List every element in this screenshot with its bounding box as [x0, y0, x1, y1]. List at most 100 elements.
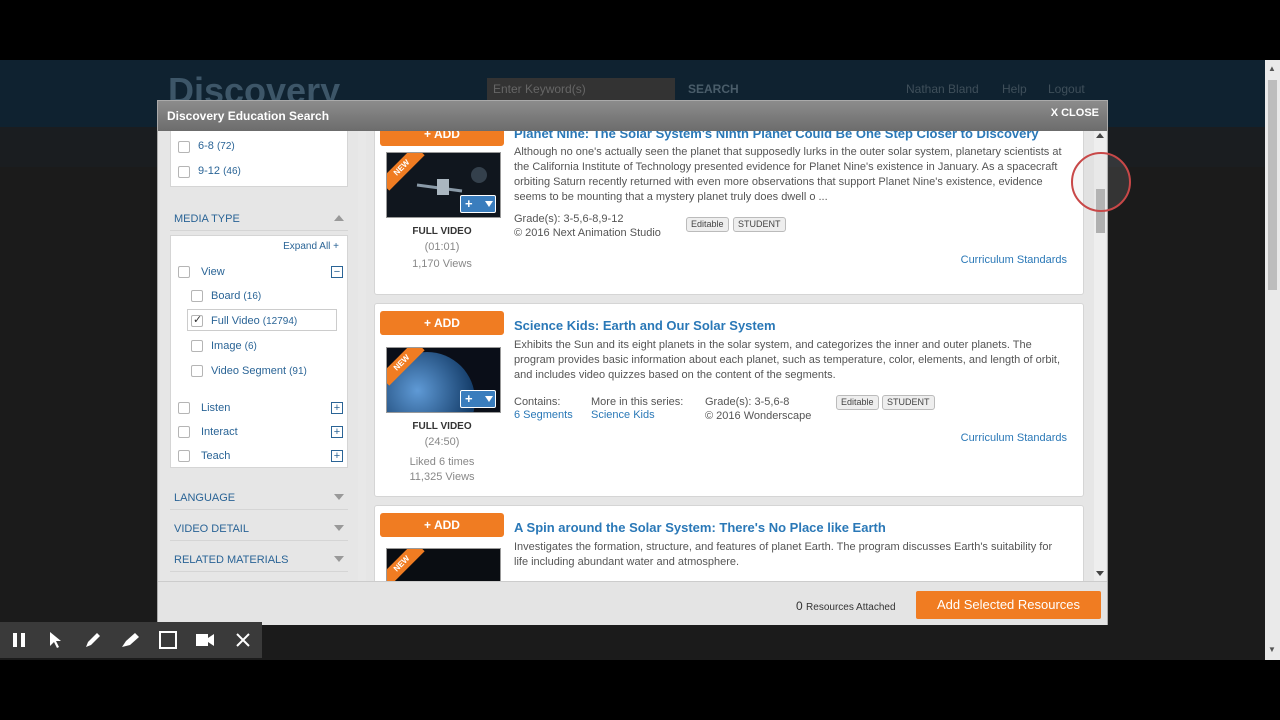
board-checkbox[interactable] [191, 290, 203, 302]
result-card: + ADD NEW A Spin around the Solar System… [374, 505, 1084, 581]
chevron-down-icon[interactable] [485, 201, 493, 207]
video-thumbnail[interactable]: NEW [386, 548, 501, 581]
video-segment-label[interactable]: Video Segment (91) [211, 365, 307, 377]
add-button[interactable]: + ADD [380, 311, 504, 335]
result-title[interactable]: A Spin around the Solar System: There's … [514, 520, 886, 535]
expand-teach-icon[interactable]: + [331, 450, 343, 462]
related-materials-header[interactable]: RELATED MATERIALS [170, 546, 348, 572]
expand-arrow-icon[interactable] [334, 494, 344, 500]
media-type-title: MEDIA TYPE [174, 213, 240, 225]
search-modal: Discovery Education Search X CLOSE 6-8 (… [157, 100, 1108, 625]
image-label-text: Image [211, 340, 242, 352]
grade-count: (72) [216, 141, 235, 152]
results-list: + ADD NEW + FULL VIDEO (01:01) 1,170 Vie… [366, 131, 1106, 581]
cursor-highlight [1071, 152, 1131, 212]
listen-label[interactable]: Listen [201, 402, 230, 414]
background-help-link[interactable]: Help [1002, 82, 1027, 96]
grade-label-text: 6-8 [198, 140, 214, 152]
full-video-label[interactable]: Full Video (12794) [211, 315, 297, 327]
rectangle-icon[interactable] [155, 628, 181, 652]
highlighter-icon[interactable] [117, 628, 143, 652]
series-link[interactable]: Science Kids [591, 408, 655, 422]
student-tag: STUDENT [882, 395, 935, 410]
video-segment-label-text: Video Segment [211, 365, 287, 377]
resources-attached: 0 Resources Attached [796, 599, 896, 613]
pause-icon[interactable] [6, 628, 32, 652]
expand-arrow-icon[interactable] [334, 525, 344, 531]
result-card: + ADD NEW + FULL VIDEO (01:01) 1,170 Vie… [374, 131, 1084, 295]
collapse-view-icon[interactable]: − [331, 266, 343, 278]
modal-footer: 0 Resources Attached Add Selected Resour… [158, 581, 1107, 625]
pen-glyph [86, 633, 100, 647]
background-search-input[interactable]: Enter Keyword(s) [487, 78, 675, 100]
grade-6-8-label[interactable]: 6-8 (72) [198, 140, 235, 152]
grade-6-8-checkbox[interactable] [178, 141, 190, 153]
interact-label[interactable]: Interact [201, 426, 238, 438]
pen-icon[interactable] [80, 628, 106, 652]
expand-interact-icon[interactable]: + [331, 426, 343, 438]
add-selected-resources-button[interactable]: Add Selected Resources [916, 591, 1101, 619]
video-thumbnail[interactable]: NEW + [386, 152, 501, 218]
page-scrollbar-thumb[interactable] [1268, 80, 1277, 290]
full-video-label-text: Full Video [211, 315, 260, 327]
camera-glyph [196, 634, 214, 646]
result-card: + ADD NEW + FULL VIDEO (24:50) Liked 6 t… [374, 303, 1084, 497]
curriculum-standards-link[interactable]: Curriculum Standards [961, 254, 1067, 266]
board-label[interactable]: Board (16) [211, 290, 261, 302]
grade-count: (46) [223, 166, 241, 177]
view-count: 1,170 Views [412, 258, 472, 270]
expand-listen-icon[interactable]: + [331, 402, 343, 414]
video-detail-title: VIDEO DETAIL [174, 523, 249, 535]
thumbnail-add-icon[interactable]: + [460, 195, 496, 213]
background-user-name[interactable]: Nathan Bland [906, 82, 979, 96]
scroll-down-icon[interactable] [1096, 571, 1104, 576]
interact-checkbox[interactable] [178, 426, 190, 438]
recording-toolbar [0, 622, 262, 658]
expand-all-link[interactable]: Expand All + [283, 241, 339, 252]
series-label: More in this series: [591, 396, 684, 408]
close-button[interactable]: X CLOSE [1051, 107, 1099, 119]
editable-tag: Editable [836, 395, 879, 410]
thumbnail-add-icon[interactable]: + [460, 390, 496, 408]
language-header[interactable]: LANGUAGE [170, 484, 348, 510]
segments-link[interactable]: 6 Segments [514, 408, 573, 422]
full-video-checkbox[interactable] [191, 313, 203, 327]
grade-9-12-checkbox[interactable] [178, 166, 190, 178]
view-checkbox[interactable] [178, 266, 190, 278]
media-type-header[interactable]: MEDIA TYPE [170, 205, 348, 231]
view-label[interactable]: View [201, 266, 225, 278]
background-search-button[interactable]: SEARCH [688, 82, 739, 96]
close-icon[interactable] [230, 628, 256, 652]
screen: Discovery Enter Keyword(s) SEARCH Nathan… [0, 0, 1280, 720]
collapse-arrow-icon[interactable] [334, 215, 344, 221]
add-button[interactable]: + ADD [380, 513, 504, 537]
teach-checkbox[interactable] [178, 450, 190, 462]
camera-icon[interactable] [192, 628, 218, 652]
new-ribbon: NEW [387, 549, 425, 581]
background-logout-link[interactable]: Logout [1048, 82, 1085, 96]
page-scroll-up-icon[interactable]: ▲ [1268, 64, 1276, 73]
video-detail-header[interactable]: VIDEO DETAIL [170, 515, 348, 541]
expand-arrow-icon[interactable] [334, 556, 344, 562]
add-button[interactable]: + ADD [380, 131, 504, 146]
editable-tag: Editable [686, 217, 729, 232]
image-count: (6) [244, 341, 257, 352]
teach-label[interactable]: Teach [201, 450, 230, 462]
pointer-icon[interactable] [43, 628, 69, 652]
page-scroll-down-icon[interactable]: ▼ [1268, 645, 1276, 654]
image-checkbox[interactable] [191, 340, 203, 352]
video-segment-checkbox[interactable] [191, 365, 203, 377]
highlighter-glyph [122, 633, 139, 647]
grade-filter-box: 6-8 (72) 9-12 (46) [170, 131, 348, 187]
liked-count: Liked 6 times [409, 456, 475, 468]
grade-9-12-label[interactable]: 9-12 (46) [198, 165, 241, 177]
grade-label-text: 9-12 [198, 165, 221, 177]
image-label[interactable]: Image (6) [211, 340, 257, 352]
result-title[interactable]: Science Kids: Earth and Our Solar System [514, 318, 776, 333]
curriculum-standards-link[interactable]: Curriculum Standards [961, 432, 1067, 444]
result-title[interactable]: Planet Nine: The Solar System's Ninth Pl… [514, 131, 1039, 141]
scroll-up-icon[interactable] [1096, 133, 1104, 138]
video-thumbnail[interactable]: NEW + [386, 347, 501, 413]
listen-checkbox[interactable] [178, 402, 190, 414]
chevron-down-icon[interactable] [485, 396, 493, 402]
